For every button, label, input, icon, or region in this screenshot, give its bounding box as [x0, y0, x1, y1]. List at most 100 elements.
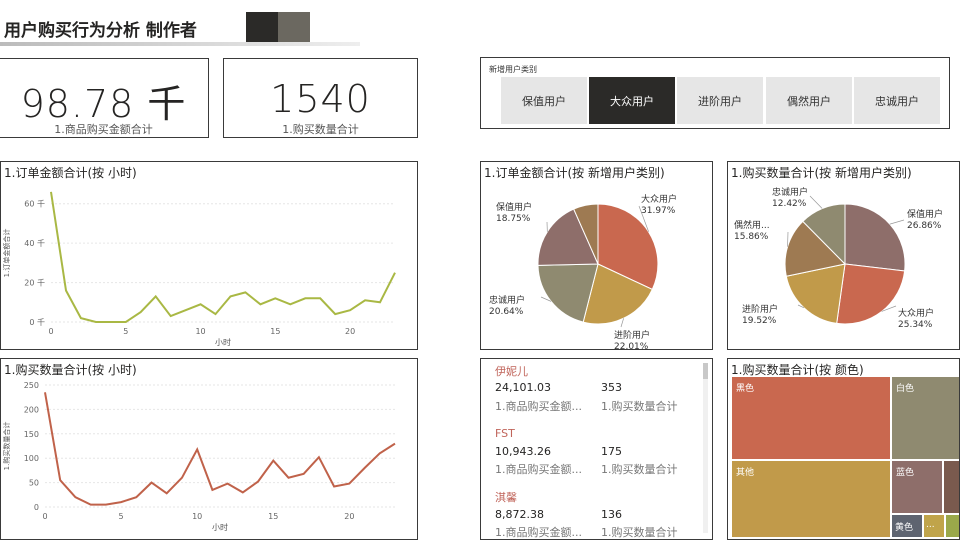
brand-qty: 136 [601, 508, 622, 521]
treemap-tile[interactable]: 其他 [732, 461, 890, 537]
slice-value: 12.42% [772, 199, 807, 209]
user-type-slicer: 新增用户类别 保值用户 大众用户 进阶用户 偶然用户 忠诚用户 [480, 57, 950, 129]
y-tick-label: 20 千 [24, 278, 45, 288]
y-tick-label: 0 千 [29, 317, 45, 327]
qty-label: 1.购买数量合计 [601, 526, 678, 539]
leader-line [809, 195, 823, 209]
chart-title: 1.购买数量合计(按 颜色) [731, 363, 864, 377]
slice-value: 22.01% [614, 342, 649, 351]
brand-qty: 175 [601, 445, 622, 458]
y-axis-label: 1.订单金额合计 [2, 229, 11, 278]
y-tick-label: 0 [34, 503, 39, 512]
title-underline [0, 42, 360, 46]
brand-name[interactable]: FST [495, 427, 515, 440]
pie-chart-amount-panel[interactable]: 1.订单金额合计(按 新增用户类别) 大众用户 31.97% 进阶用户 22.01% 忠… [480, 161, 714, 351]
treemap-tile[interactable]: 黑色 [732, 377, 890, 459]
slicer-option-jinjie[interactable]: 进阶用户 [677, 77, 763, 124]
slice-value: 20.64% [489, 307, 524, 317]
slicer-option-dazhong[interactable]: 大众用户 [589, 77, 675, 124]
treemap-tile[interactable]: 黄色 [892, 515, 922, 537]
treemap-tile[interactable]: ... [924, 515, 944, 537]
x-axis-label: 小时 [212, 522, 228, 532]
y-tick-label: 200 [24, 405, 39, 414]
line-chart-amount-panel[interactable]: 1.订单金额合计(按 小时) 0 千 20 千 40 千 60 千 0 5 10 15 20 小时… [0, 161, 418, 350]
amount-label: 1.商品购买金额... [495, 400, 582, 413]
brand-table-panel[interactable]: 伊妮儿 24,101.03 353 1.商品购买金额... 1.购买数量合计 F… [480, 358, 713, 540]
amount-label: 1.商品购买金额... [495, 526, 582, 539]
slicer-option-baozhi[interactable]: 保值用户 [501, 77, 587, 124]
kpi-card-amount[interactable]: 98.78 千 1.商品购买金额合计 [0, 58, 209, 138]
header-decoration [246, 12, 278, 44]
pie-slice [844, 203, 906, 272]
scrollbar-track[interactable] [703, 363, 708, 533]
leader-line [889, 219, 905, 225]
slice-value: 18.75% [496, 214, 531, 224]
slice-value: 15.86% [734, 232, 769, 242]
slice-value: 19.52% [742, 316, 777, 326]
y-tick-label: 40 千 [24, 238, 45, 248]
slice-value: 25.34% [898, 320, 933, 330]
series-line [50, 191, 396, 323]
slice-label: 保值用户 [907, 208, 943, 220]
treemap-label: 白色 [896, 384, 915, 394]
slicer-title: 新增用户类别 [489, 65, 537, 74]
kpi-value: 1540 [270, 77, 371, 121]
pie-chart-quantity-panel[interactable]: 1.购买数量合计(按 新增用户类别) 保值用户 26.86% 大众用户 25.34% 进… [727, 161, 960, 350]
pie-slice [836, 263, 906, 325]
treemap-label: 黄色 [895, 523, 914, 533]
kpi-card-quantity[interactable]: 1540 1.购买数量合计 [223, 58, 418, 138]
pie-chart-amount[interactable]: 大众用户31.97% 进阶用户22.01% 忠诚用户20.64% 保值用户18.75% [481, 162, 714, 351]
y-tick-label: 250 [24, 381, 39, 390]
kpi-value: 98.78 千 [20, 82, 187, 126]
x-axis-label: 小时 [215, 337, 231, 347]
slice-label: 进阶用户 [742, 303, 778, 315]
treemap-tile[interactable]: 白色 [892, 377, 959, 459]
slice-label: 忠诚用户 [489, 294, 525, 306]
slice-value: 31.97% [641, 206, 676, 216]
qty-label: 1.购买数量合计 [601, 463, 678, 476]
brand-amount: 24,101.03 [495, 381, 551, 394]
brand-amount: 8,872.38 [495, 508, 544, 521]
line-chart-quantity-panel[interactable]: 1.购买数量合计(按 小时) 0 50 100 150 200 250 0 5 10 15 20 小时… [0, 358, 418, 540]
y-tick-label: 50 [29, 479, 39, 488]
amount-label: 1.商品购买金额... [495, 463, 582, 476]
x-tick-label: 10 [195, 327, 205, 336]
slice-label: 保值用户 [496, 201, 532, 213]
treemap-panel[interactable]: 1.购买数量合计(按 颜色) 黑色 白色 其他 蓝色 黄色 ... [727, 358, 960, 540]
x-tick-label: 20 [344, 512, 354, 521]
y-axis-label: 1.购买数量合计 [2, 422, 11, 471]
x-tick-label: 5 [119, 512, 124, 521]
qty-label: 1.购买数量合计 [601, 400, 678, 413]
y-tick-label: 100 [24, 454, 39, 463]
x-tick-label: 15 [268, 512, 278, 521]
treemap-tile[interactable]: 蓝色 [892, 461, 942, 513]
brand-name[interactable]: 伊妮儿 [495, 363, 528, 379]
kpi-label: 1.商品购买金额合计 [54, 123, 153, 136]
scrollbar-thumb[interactable] [703, 363, 708, 379]
x-tick-label: 5 [123, 327, 128, 336]
slicer-option-zhongcheng[interactable]: 忠诚用户 [854, 77, 940, 124]
slice-label: 忠诚用户 [772, 186, 808, 198]
brand-name[interactable]: 淇馨 [495, 489, 517, 505]
kpi-label: 1.购买数量合计 [282, 123, 359, 136]
treemap-tile[interactable] [944, 461, 959, 513]
line-chart-amount[interactable]: 0 千 20 千 40 千 60 千 0 5 10 15 20 小时 1.订单金额合计 [1, 162, 419, 351]
pie-chart-quantity[interactable]: 保值用户26.86% 大众用户25.34% 进阶用户19.52% 偶然用...15.8… [728, 162, 960, 351]
line-chart-quantity[interactable]: 0 50 100 150 200 250 0 5 10 15 20 小时 1.购买数量合计 [1, 359, 419, 541]
page-title: 用户购买行为分析 制作者 [4, 21, 197, 41]
treemap-label: 黑色 [736, 384, 755, 394]
header-decoration [278, 12, 310, 44]
x-tick-label: 0 [42, 512, 47, 521]
y-tick-label: 150 [24, 430, 39, 439]
brand-amount: 10,943.26 [495, 445, 551, 458]
x-tick-label: 20 [345, 327, 355, 336]
slice-label: 进阶用户 [614, 329, 650, 341]
slice-label: 大众用户 [641, 193, 677, 205]
slice-value: 26.86% [907, 221, 942, 231]
treemap-label: ... [926, 520, 935, 530]
slice-label: 大众用户 [898, 307, 934, 319]
slicer-option-ouran[interactable]: 偶然用户 [766, 77, 852, 124]
x-tick-label: 10 [192, 512, 202, 521]
x-tick-label: 0 [48, 327, 53, 336]
treemap-tile[interactable] [946, 515, 959, 537]
